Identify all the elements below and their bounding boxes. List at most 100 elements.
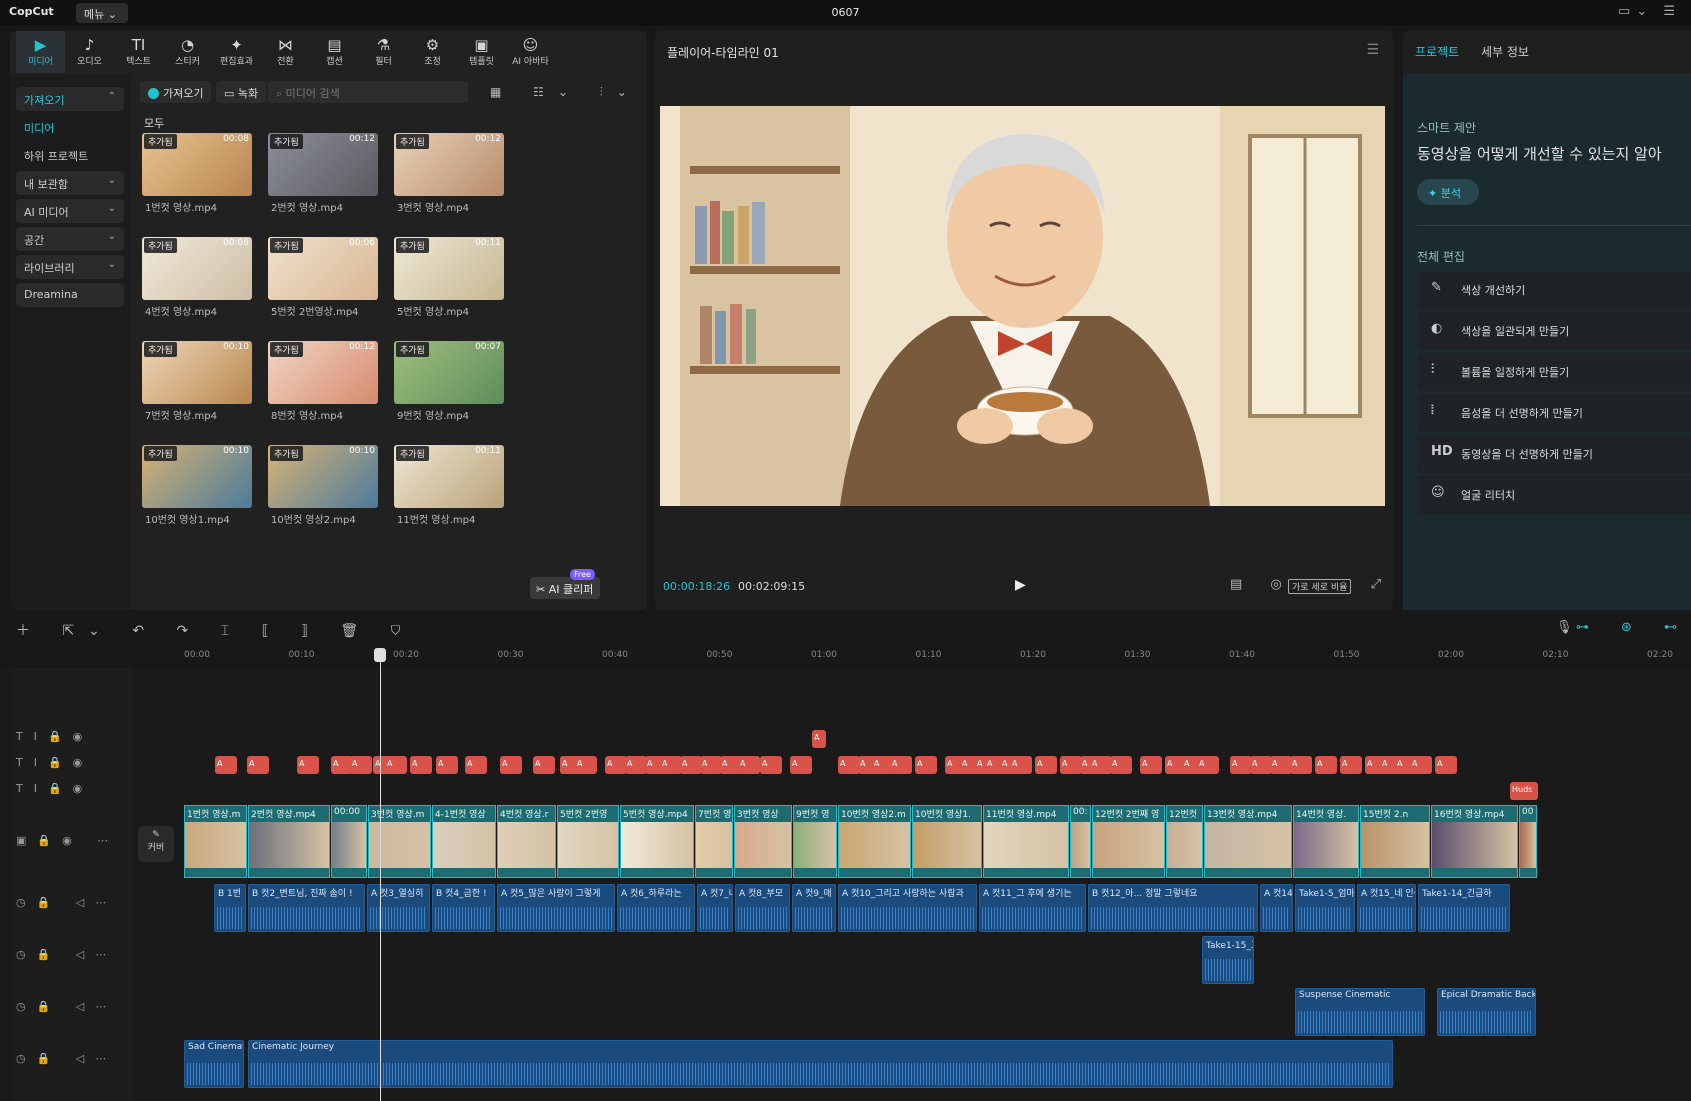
tool-5[interactable]: ⋈ 전환 (261, 31, 310, 73)
tool-6[interactable]: ▤ 캡션 (310, 31, 359, 73)
tool-10[interactable]: ☺ AI 아바타 (506, 31, 555, 73)
text-clip[interactable]: A (660, 756, 682, 774)
voice-clip[interactable]: A 컷6_하루라는 (617, 884, 695, 932)
media-thumbnail[interactable]: 추가됨 00:06 (268, 237, 378, 300)
text-clip[interactable]: A (215, 756, 237, 774)
media-thumbnail[interactable]: 추가됨 00:12 (394, 133, 504, 196)
voice-clip[interactable]: A 컷11_그 후에 생기는 (979, 884, 1086, 932)
nav-item-7[interactable]: Dreamina (16, 283, 124, 307)
media-thumbnail[interactable]: 추가됨 00:10 (142, 341, 252, 404)
text-clip[interactable]: A (1110, 756, 1132, 774)
time-ruler[interactable]: 00:00 00:10 00:20 00:30 00:40 00:50 01:00 01:10… (184, 648, 1691, 668)
import-button[interactable]: 가져오기 (140, 81, 212, 103)
audio-track-header-1[interactable]: ◷🔒 ◁⋯ (16, 896, 117, 909)
text-clip[interactable]: A (1270, 756, 1292, 774)
music-clip[interactable]: Epical Dramatic Back (1437, 988, 1536, 1036)
text-clip[interactable]: A (500, 756, 522, 774)
nav-item-0[interactable]: 가져오기 ⌃ (16, 87, 124, 111)
voice-clip[interactable]: Take1-14_긴급하 (1418, 884, 1510, 932)
text-clip[interactable]: A (575, 756, 597, 774)
tool-0[interactable]: ▶ 미디어 (16, 31, 65, 73)
video-clip[interactable]: 10번컷 영상2.m (838, 805, 911, 878)
screenshot-icons[interactable]: ▤ ◎ (1230, 577, 1294, 592)
nav-item-1[interactable]: 미디어 (16, 115, 124, 139)
voice-clip[interactable]: Take1-5_엄마 (1295, 884, 1355, 932)
voice-clip[interactable]: B 1번 (214, 884, 246, 932)
nav-item-3[interactable]: 내 보관함 ⌄ (16, 171, 124, 195)
media-thumbnail[interactable]: 추가됨 00:10 (268, 445, 378, 508)
tab-details[interactable]: 세부 정보 (1481, 45, 1529, 59)
mic-icon[interactable]: 🎙 (1556, 620, 1573, 635)
aspect-ratio-button[interactable]: 가로 세로 비율 (1288, 579, 1352, 594)
video-clip[interactable]: 12번컷 (1166, 805, 1203, 878)
media-search-input[interactable]: ⌕ 미디어 검색 (268, 81, 468, 103)
tool-2[interactable]: TI 텍스트 (114, 31, 163, 73)
text-clip[interactable]: A (738, 756, 760, 774)
video-clip[interactable]: 9번컷 영 (793, 805, 837, 878)
text-clip[interactable]: A (410, 756, 432, 774)
text-clip[interactable]: A (1410, 756, 1432, 774)
voice-clip[interactable]: A 컷7_니 (697, 884, 733, 932)
text-clip[interactable]: A (790, 756, 812, 774)
media-thumbnail[interactable]: 추가됨 00:12 (268, 133, 378, 196)
text-clip[interactable]: A (760, 756, 782, 774)
voice-clip[interactable]: A 컷10_그리고 사랑하는 사람과 (838, 884, 977, 932)
playhead-handle[interactable] (374, 648, 386, 662)
text-clip[interactable]: A (533, 756, 555, 774)
tool-1[interactable]: ♪ 오디오 (65, 31, 114, 73)
video-clip[interactable]: 00:00 (331, 805, 367, 878)
tab-project[interactable]: 프로젝트 (1415, 45, 1459, 59)
video-clip[interactable]: 2번컷 영상.mp4 (248, 805, 330, 878)
music-clip[interactable]: Cinematic Journey (248, 1040, 1393, 1088)
media-thumbnail[interactable]: 추가됨 00:06 (142, 237, 252, 300)
text-clip[interactable]: A (700, 756, 722, 774)
snap-link-icons[interactable]: ⊶ ⊛ ⊷ (1576, 620, 1691, 635)
text-clip[interactable]: A (838, 756, 860, 774)
text-clip[interactable]: A (625, 756, 647, 774)
video-clip[interactable]: 3번컷 영상 (734, 805, 792, 878)
suggestion-1[interactable]: ◐ 색상을 일관되게 만들기 (1417, 312, 1691, 350)
text-clip[interactable]: A (247, 756, 269, 774)
video-clip[interactable]: 14번컷 영상. (1293, 805, 1359, 878)
edit-tools[interactable]: ＋ ⇱⌄ ↶ ↷ ⌶ ⟦ ⟧ 🗑 ⛉ (16, 620, 415, 640)
playhead[interactable] (380, 648, 381, 1101)
text-clip[interactable]: A (350, 756, 372, 774)
player-menu-icon[interactable]: ☰ (1366, 42, 1379, 58)
text-clip[interactable]: A (1010, 756, 1032, 774)
text-clip[interactable]: A (385, 756, 407, 774)
text-clip[interactable]: A (680, 756, 702, 774)
video-clip[interactable]: 16번컷 영상.mp4 (1431, 805, 1518, 878)
voice-clip[interactable]: A 컷14 (1260, 884, 1293, 932)
video-clip[interactable]: 00 (1519, 805, 1537, 878)
text-clip[interactable]: A (436, 756, 458, 774)
media-thumbnail[interactable]: 추가됨 00:11 (394, 237, 504, 300)
text-clip[interactable]: A (1315, 756, 1337, 774)
video-preview[interactable] (660, 106, 1385, 506)
video-clip[interactable]: 5번컷 2번영 (557, 805, 619, 878)
nav-item-4[interactable]: AI 미디어 ⌄ (16, 199, 124, 223)
suggestion-5[interactable]: ☺ 얼굴 리터치 (1417, 476, 1691, 514)
video-clip[interactable]: 11번컷 영상.mp4 (983, 805, 1069, 878)
media-thumbnail[interactable]: 추가됨 00:07 (394, 341, 504, 404)
video-clip[interactable]: 00: (1070, 805, 1091, 878)
nav-item-5[interactable]: 공간 ⌄ (16, 227, 124, 251)
video-clip[interactable]: 5번컷 영상.mp4 (620, 805, 694, 878)
voice-clip[interactable]: A 컷15_네 인생 (1357, 884, 1416, 932)
nav-item-2[interactable]: 하위 프로젝트 (16, 143, 124, 167)
analyze-button[interactable]: ✦ 분석 (1417, 179, 1479, 205)
tool-7[interactable]: ⚗ 필터 (359, 31, 408, 73)
text-clip[interactable]: A (1435, 756, 1457, 774)
voice-clip[interactable]: B 컷2_변트님, 진짜 솜이 ! (248, 884, 365, 932)
text-clip[interactable]: A (1060, 756, 1082, 774)
video-clip[interactable]: 4번컷 영상.r (497, 805, 556, 878)
video-clip[interactable]: 10번컷 영상1. (912, 805, 982, 878)
voice-clip[interactable]: A 컷3_열심히 (367, 884, 430, 932)
text-clip[interactable]: A (1250, 756, 1272, 774)
voice-clip[interactable]: B 컷12_아... 정말 그렇네요 (1088, 884, 1258, 932)
video-clip[interactable]: 1번컷 영상.m (184, 805, 247, 878)
voice-clip[interactable]: B 컷4_금한 ! (432, 884, 495, 932)
video-clip[interactable]: 3번컷 영상.m (368, 805, 431, 878)
video-clip[interactable]: 12번컷 2번째 영 (1092, 805, 1165, 878)
suggestion-0[interactable]: ✎ 색상 개선하기 (1417, 271, 1691, 309)
record-button[interactable]: ▭ 녹화 (216, 81, 267, 103)
